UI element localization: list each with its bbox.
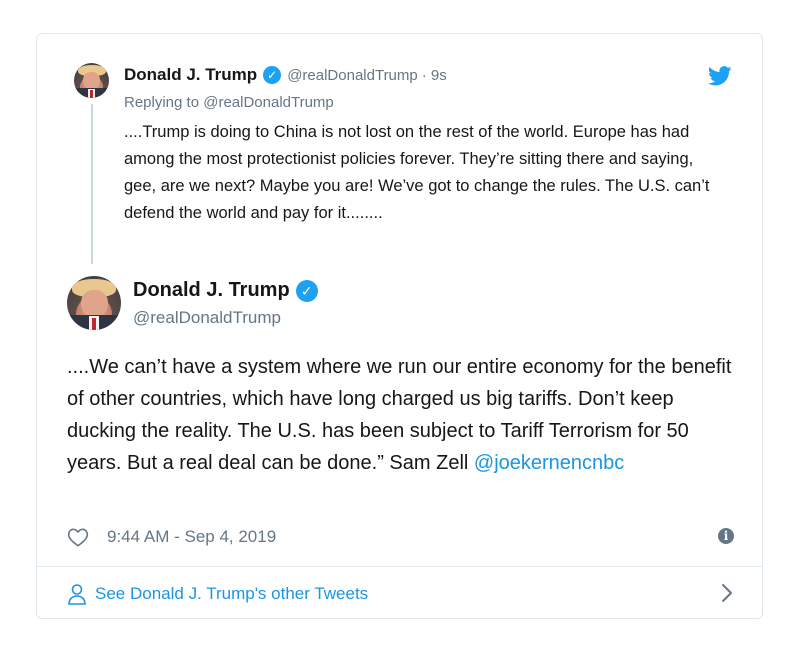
quoted-author-avatar[interactable] xyxy=(74,63,109,98)
verified-badge-icon: ✓ xyxy=(295,279,318,302)
other-tweets-footer[interactable]: See Donald J. Trump's other Tweets xyxy=(67,580,734,608)
thread-connector-line xyxy=(91,104,93,264)
mention-link[interactable]: @joekernencnbc xyxy=(474,452,624,474)
see-other-tweets-link[interactable]: See Donald J. Trump's other Tweets xyxy=(95,584,368,604)
main-author-handle[interactable]: @realDonaldTrump xyxy=(133,308,281,328)
main-tweet-text: ....We can’t have a system where we run … xyxy=(67,351,747,479)
main-author-avatar[interactable] xyxy=(67,276,121,330)
chevron-right-icon[interactable] xyxy=(720,582,734,604)
quoted-tweet-header: Donald J. Trump ✓ @realDonaldTrump · 9s xyxy=(124,65,447,85)
tweet-meta-row: 9:44 AM - Sep 4, 2019 i xyxy=(67,524,734,550)
replying-to-line: Replying to @realDonaldTrump xyxy=(124,94,334,111)
embedded-tweet-card: Donald J. Trump ✓ @realDonaldTrump · 9s … xyxy=(36,33,763,619)
verified-badge-icon: ✓ xyxy=(263,66,282,84)
heart-icon[interactable] xyxy=(67,527,89,547)
twitter-bird-icon[interactable] xyxy=(708,66,732,86)
info-icon[interactable]: i xyxy=(718,528,734,544)
quoted-tweet-text: ....Trump is doing to China is not lost … xyxy=(124,123,710,222)
footer-divider xyxy=(37,566,762,567)
main-tweet-body: ....We can’t have a system where we run … xyxy=(67,356,732,474)
main-author-name[interactable]: Donald J. Trump xyxy=(133,279,290,302)
quoted-author-handle[interactable]: @realDonaldTrump xyxy=(287,67,418,84)
person-icon xyxy=(68,584,86,605)
replying-to-label: Replying to xyxy=(124,94,200,111)
quoted-author-name[interactable]: Donald J. Trump xyxy=(124,65,257,85)
replying-to-handle[interactable]: @realDonaldTrump xyxy=(203,94,334,111)
main-author-name-row: Donald J. Trump ✓ xyxy=(133,279,318,302)
tweet-timestamp[interactable]: 9:44 AM - Sep 4, 2019 xyxy=(107,527,276,547)
quoted-tweet-time[interactable]: · 9s xyxy=(422,67,447,84)
